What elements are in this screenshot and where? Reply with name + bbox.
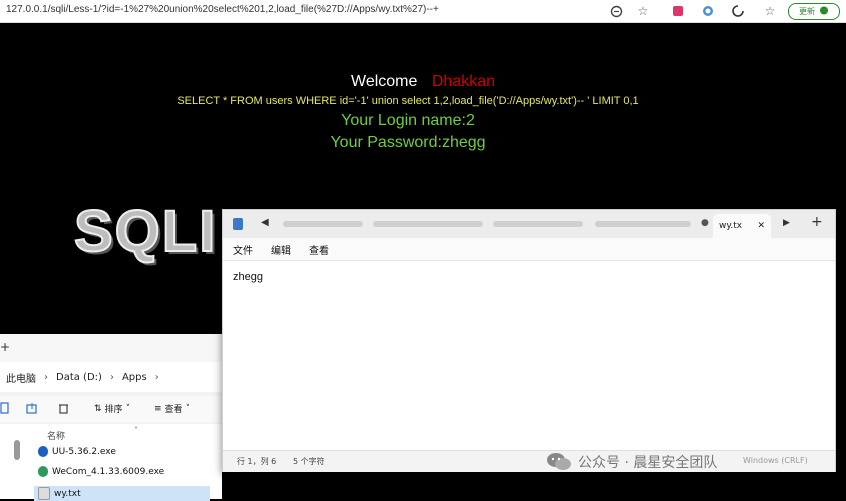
file-name: WeCom_4.1.33.6009.exe [52, 466, 165, 477]
wechat-icon [546, 452, 572, 472]
chevron-down-icon: ˅ [125, 403, 131, 414]
menu-view[interactable]: 查看 [309, 242, 329, 257]
address-bar[interactable]: 127.0.0.1/sqli/Less-1/?id=-1%27%20union%… [6, 4, 439, 15]
view-button[interactable]: ≡ 查看 ˅ [154, 402, 191, 416]
chevron-right-icon: › [44, 371, 48, 383]
chevron-left-icon[interactable]: ◀ [261, 217, 269, 228]
welcome-name: Dhakkan [431, 73, 495, 90]
cursor-position: 行 1，列 6 [237, 457, 277, 466]
profile-icon [819, 6, 829, 17]
list-item[interactable]: UU-5.36.2.exe [38, 446, 116, 457]
sql-query-text: SELECT * FROM users WHERE id='-1' union … [177, 95, 639, 107]
delete-icon[interactable] [58, 402, 69, 414]
view-icon: ≡ [154, 403, 162, 414]
chevron-up-icon: ˄ [134, 426, 138, 435]
menu-edit[interactable]: 编辑 [271, 242, 291, 257]
file-name: wy.txt [54, 488, 81, 499]
chevron-right-icon: › [109, 371, 114, 383]
welcome-label: Welcome [351, 73, 418, 90]
editor-text: zhegg [233, 271, 263, 283]
favorites-icon[interactable]: ☆ [762, 3, 778, 19]
star-icon[interactable]: ☆ [635, 3, 651, 19]
welcome-line: Welcome Dhakkan [0, 73, 846, 91]
notepad-app-icon [233, 218, 243, 230]
file-explorer-window: + 此电脑 › Data (D:) › Apps › ⇅ 排序 ˅ ≡ 查看 ˅… [0, 334, 222, 501]
breadcrumb-item[interactable]: 此电脑 [6, 370, 36, 385]
extension-icon[interactable] [730, 3, 746, 19]
watermark: 公众号 · 晨星安全团队 [546, 452, 717, 472]
explorer-toolbar: ⇅ 排序 ˅ ≡ 查看 ˅ [0, 396, 222, 422]
file-name: UU-5.36.2.exe [52, 446, 116, 457]
update-button[interactable]: 更新 [788, 3, 840, 20]
explorer-titlebar: + [0, 334, 222, 362]
blurred-tab[interactable] [373, 221, 483, 227]
view-label: 查看 [164, 405, 183, 415]
add-tab-icon[interactable]: + [811, 214, 823, 230]
breadcrumb: 此电脑 › Data (D:) › Apps › [0, 362, 222, 392]
txt-file-icon [38, 487, 50, 500]
tab-bar: ◀ ● wy.tx ✕ ▶ + [223, 210, 835, 238]
sort-label: 排序 [104, 405, 123, 415]
watermark-text: 公众号 · 晨星安全团队 [578, 455, 718, 471]
text-editor[interactable]: zhegg [223, 260, 835, 451]
browser-toolbar: 127.0.0.1/sqli/Less-1/?id=-1%27%20union%… [0, 0, 846, 23]
extension-icon[interactable] [670, 3, 686, 19]
breadcrumb-item[interactable]: Apps [122, 372, 147, 383]
notepad-window: ◀ ● wy.tx ✕ ▶ + 文件 编辑 查看 zhegg 行 1，列 6 5… [222, 209, 836, 472]
file-list: 名称 ˄ UU-5.36.2.exe WeCom_4.1.33.6009.exe… [0, 424, 222, 501]
extension-icon[interactable] [700, 3, 716, 19]
close-icon[interactable]: ✕ [757, 221, 765, 231]
sqli-logo: SQLI [73, 198, 218, 265]
blurred-tab[interactable] [493, 221, 583, 227]
exe-icon [38, 466, 48, 477]
sort-button[interactable]: ⇅ 排序 ˅ [94, 402, 131, 416]
share-icon[interactable] [26, 402, 38, 414]
chevron-down-icon: ˅ [185, 403, 191, 414]
scrollbar[interactable] [14, 440, 20, 460]
chevron-right-icon: › [154, 371, 159, 383]
new-tab-icon[interactable]: + [0, 340, 10, 354]
unsaved-dot-icon: ● [701, 218, 709, 228]
password-text: Your Password:zhegg [330, 134, 486, 151]
line-ending: Windows (CRLF) [743, 456, 808, 465]
blurred-tab[interactable] [595, 221, 691, 227]
menu-bar: 文件 编辑 查看 [223, 238, 835, 260]
column-header-name[interactable]: 名称 [47, 429, 65, 442]
character-count: 5 个字符 [293, 457, 325, 466]
list-item[interactable]: WeCom_4.1.33.6009.exe [38, 466, 164, 477]
login-name-text: Your Login name:2 [341, 112, 475, 129]
update-label: 更新 [799, 7, 815, 16]
tab-title: wy.tx [719, 221, 743, 231]
translate-icon[interactable] [608, 3, 624, 19]
sort-icon: ⇅ [94, 403, 102, 414]
tab-wy-txt[interactable]: wy.tx ✕ [713, 214, 771, 238]
chevron-right-icon[interactable]: ▶ [783, 218, 790, 228]
status-bar: 行 1，列 6 5 个字符 Windows (CRLF) [223, 450, 835, 472]
copy-icon[interactable] [0, 402, 10, 414]
breadcrumb-item[interactable]: Data (D:) [56, 372, 102, 383]
exe-icon [38, 446, 48, 457]
blurred-tab[interactable] [283, 221, 363, 227]
menu-file[interactable]: 文件 [233, 242, 253, 257]
